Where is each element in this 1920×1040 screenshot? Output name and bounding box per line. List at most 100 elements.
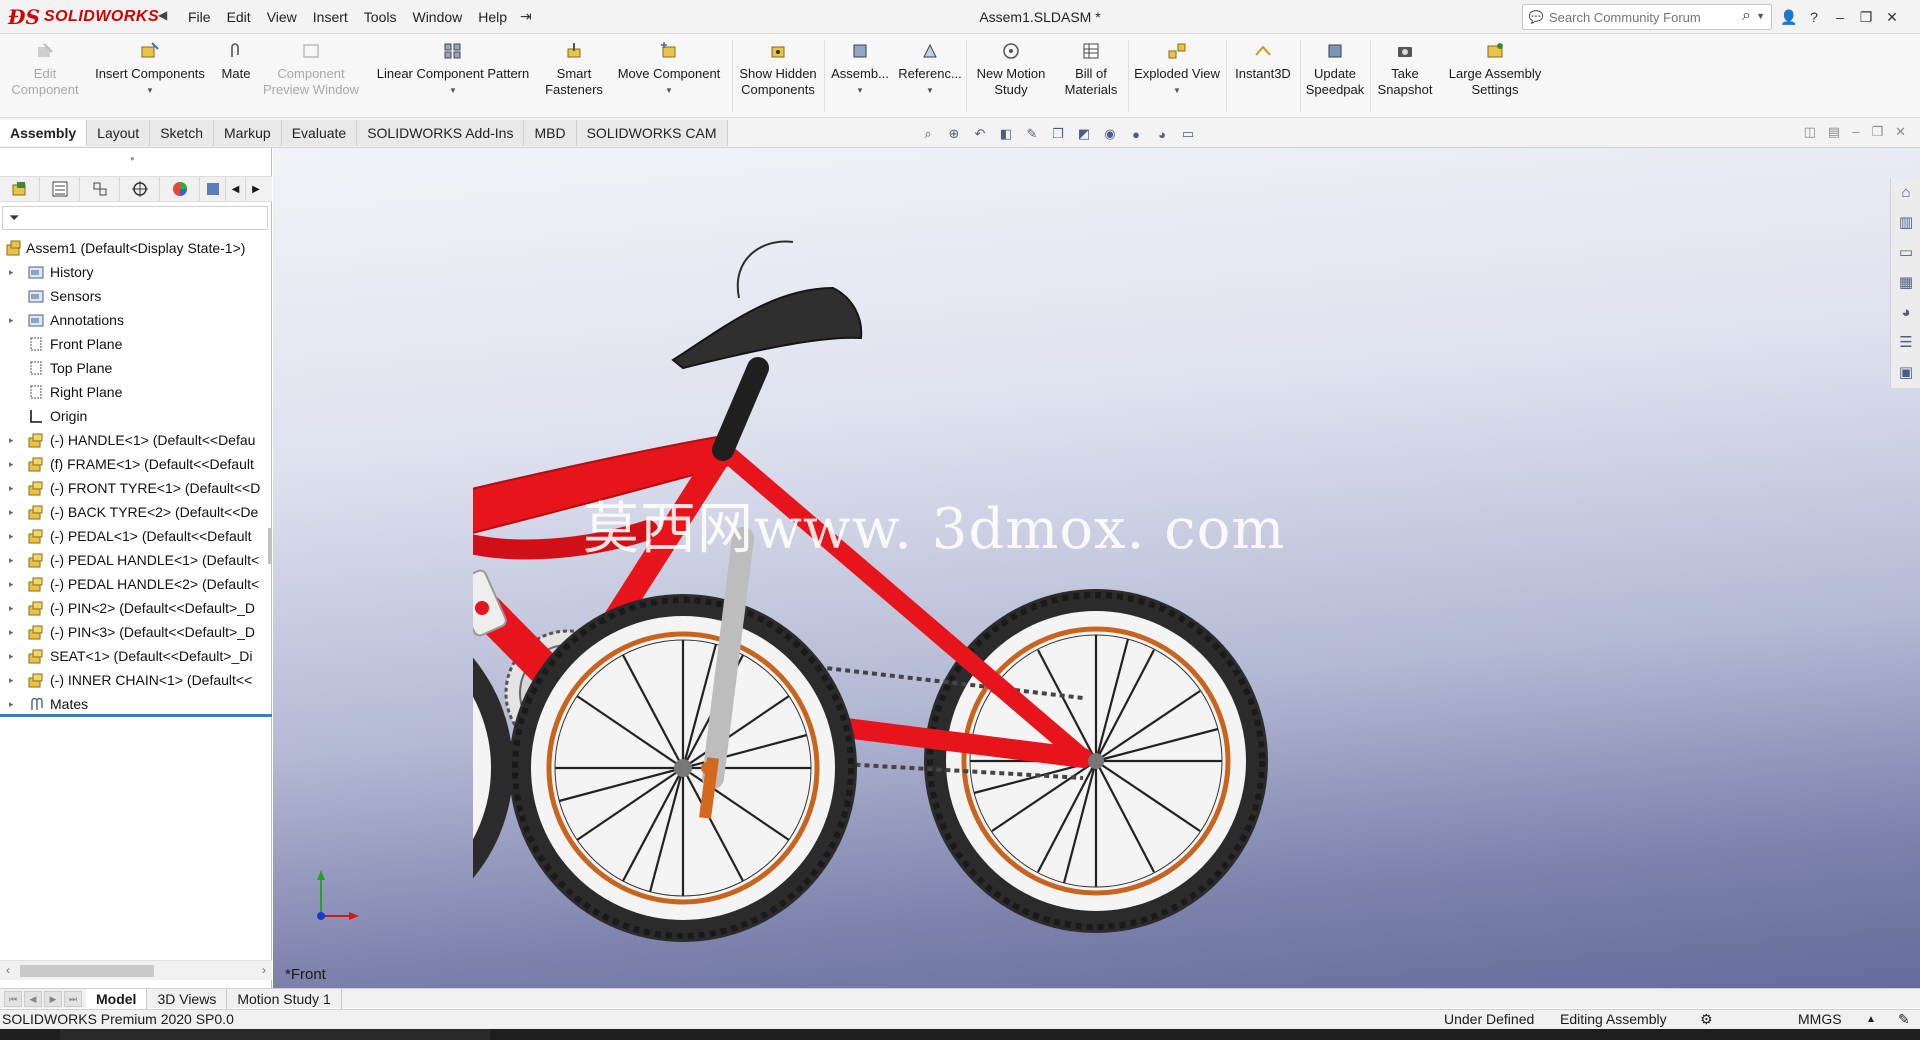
rebuild-icon[interactable]: ⚙ — [1700, 1011, 1713, 1028]
search-box[interactable]: 💬 ⌕ ▼ — [1522, 4, 1772, 30]
expand-arrow-icon[interactable]: ▸ — [9, 452, 14, 476]
tree-node[interactable]: Front Plane — [0, 332, 272, 356]
solidworks-logo[interactable]: ƉS SOLIDWORKS — [8, 2, 159, 32]
display-style-icon[interactable]: ◩ — [1074, 125, 1094, 143]
tree-vertical-scrollbar[interactable] — [268, 528, 272, 564]
smart-fasteners-button[interactable]: Smart Fasteners — [542, 40, 606, 114]
tree-node[interactable]: Right Plane — [0, 380, 272, 404]
cam-tab-icon[interactable] — [200, 177, 226, 201]
tree-node[interactable]: ▸ (-) PEDAL<1> (Default<<Default — [0, 524, 272, 548]
menu-help[interactable]: Help — [470, 9, 515, 25]
take-snapshot-button[interactable]: Take Snapshot — [1372, 40, 1438, 114]
tab-motion-study[interactable]: Motion Study 1 — [227, 989, 342, 1009]
expand-arrow-icon[interactable]: ▸ — [9, 668, 14, 692]
tab-cam[interactable]: SOLIDWORKS CAM — [576, 120, 728, 146]
feature-manager-tab-icon[interactable] — [0, 177, 40, 201]
menu-window[interactable]: Window — [404, 9, 470, 25]
unit-system[interactable]: MMGS — [1798, 1011, 1842, 1027]
appearances-icon[interactable]: ◕ — [1891, 298, 1920, 328]
move-component-button[interactable]: Move Component ▼ — [608, 40, 730, 114]
dynamic-annotation-icon[interactable]: ✎ — [1022, 125, 1042, 143]
tree-node[interactable]: ▸ (-) PEDAL HANDLE<2> (Default< — [0, 572, 272, 596]
large-assembly-settings-button[interactable]: Large Assembly Settings — [1440, 40, 1550, 114]
tree-node[interactable]: Sensors — [0, 284, 272, 308]
minimize-icon[interactable]: – — [1832, 9, 1848, 25]
close-icon[interactable]: ✕ — [1884, 9, 1900, 26]
instant3d-button[interactable]: Instant3D — [1228, 40, 1298, 114]
expand-arrow-icon[interactable]: ▸ — [9, 572, 14, 596]
tooltip-toggle-icon[interactable]: ✎ — [1898, 1011, 1910, 1028]
tree-node[interactable]: ▸ (-) BACK TYRE<2> (Default<<De — [0, 500, 272, 524]
assembly-features-button[interactable]: Assemb... ▼ — [826, 40, 894, 114]
expand-arrow-icon[interactable]: ▸ — [9, 596, 14, 620]
scroll-thumb[interactable] — [20, 965, 154, 977]
search-input[interactable] — [1549, 9, 1729, 25]
tree-root-assembly[interactable]: Assem1 (Default<Display State-1>) — [0, 236, 272, 260]
next-tab-icon[interactable]: ▶ — [44, 991, 62, 1007]
home-icon[interactable]: ⌂ — [1891, 178, 1920, 208]
pin-menu-icon[interactable]: ⇥ — [520, 8, 532, 25]
expand-arrow-icon[interactable]: ▸ — [9, 428, 14, 452]
tree-node[interactable]: ▸ (-) PIN<2> (Default<<Default>_D — [0, 596, 272, 620]
tab-model[interactable]: Model — [86, 989, 148, 1009]
configuration-manager-tab-icon[interactable] — [80, 177, 120, 201]
file-explorer-icon[interactable]: ▭ — [1891, 238, 1920, 268]
chevron-down-icon[interactable]: ▼ — [856, 83, 864, 99]
tree-node[interactable]: ▸ Annotations — [0, 308, 272, 332]
restore-icon[interactable]: ❐ — [1858, 9, 1874, 26]
graphics-area[interactable]: 莫西网www. 3dmox. com *Front ⌂ ▥ ▭ ▦ ◕ ☰ ▣ — [273, 148, 1920, 988]
tab-assembly[interactable]: Assembly — [0, 120, 88, 146]
prev-tab-icon[interactable]: ◀ — [24, 991, 42, 1007]
tab-evaluate[interactable]: Evaluate — [281, 120, 358, 146]
menu-view[interactable]: View — [259, 9, 305, 25]
tab-3d-views[interactable]: 3D Views — [147, 989, 228, 1009]
tab-sketch[interactable]: Sketch — [150, 120, 215, 146]
expand-arrow-icon[interactable]: ▸ — [9, 308, 14, 332]
tab-mbd[interactable]: MBD — [524, 120, 577, 146]
view-orientation-icon[interactable]: ❒ — [1048, 125, 1068, 143]
zoom-to-fit-icon[interactable]: ⌕ — [918, 125, 938, 143]
menu-tools[interactable]: Tools — [356, 9, 405, 25]
expand-arrow-icon[interactable]: ▸ — [9, 644, 14, 668]
custom-properties-icon[interactable]: ☰ — [1891, 328, 1920, 358]
tree-node[interactable]: ▸ (-) FRONT TYRE<1> (Default<<D — [0, 476, 272, 500]
units-chevron-up-icon[interactable]: ▲ — [1866, 1014, 1876, 1025]
last-tab-icon[interactable]: ⏭ — [64, 991, 82, 1007]
tab-layout[interactable]: Layout — [87, 120, 151, 146]
tabs-scroll-left-icon[interactable]: ◀ — [226, 177, 246, 201]
scroll-left-icon[interactable]: ‹ — [6, 963, 10, 977]
previous-view-icon[interactable]: ↶ — [970, 125, 990, 143]
chevron-down-icon[interactable]: ▼ — [146, 83, 154, 99]
exploded-view-button[interactable]: Exploded View ▼ — [1130, 40, 1224, 114]
menu-file[interactable]: File — [180, 9, 219, 25]
tree-node[interactable]: ▸ (-) HANDLE<1> (Default<<Defau — [0, 428, 272, 452]
expand-arrow-icon[interactable]: ▸ — [9, 620, 14, 644]
hide-show-items-icon[interactable]: ◉ — [1100, 125, 1120, 143]
show-hidden-button[interactable]: Show Hidden Components — [734, 40, 822, 114]
tree-node[interactable]: Top Plane — [0, 356, 272, 380]
tabs-scroll-right-icon[interactable]: ▶ — [246, 177, 266, 201]
chevron-down-icon[interactable]: ▼ — [449, 83, 457, 99]
user-icon[interactable]: 👤 — [1780, 9, 1797, 26]
forum-icon[interactable]: ▣ — [1891, 358, 1920, 388]
tree-rollback-bar[interactable] — [0, 714, 272, 717]
linear-pattern-button[interactable]: Linear Component Pattern ▼ — [364, 40, 542, 114]
help-icon[interactable]: ? — [1806, 9, 1822, 25]
display-manager-tab-icon[interactable] — [160, 177, 200, 201]
edit-appearance-icon[interactable]: ● — [1126, 125, 1146, 143]
expand-arrow-icon[interactable]: ▸ — [9, 692, 14, 716]
tree-node[interactable]: ▸ (-) PEDAL HANDLE<1> (Default< — [0, 548, 272, 572]
expand-arrow-icon[interactable]: ▸ — [9, 548, 14, 572]
new-motion-study-button[interactable]: New Motion Study — [968, 40, 1054, 114]
property-manager-tab-icon[interactable] — [40, 177, 80, 201]
tree-node[interactable]: ▸ (-) INNER CHAIN<1> (Default<< — [0, 668, 272, 692]
edit-component-button[interactable]: Edit Component — [6, 40, 84, 114]
split-horizontal-icon[interactable]: ◫ — [1804, 124, 1816, 140]
menu-collapse-icon[interactable]: ◀ — [158, 8, 170, 24]
tree-node[interactable]: ▸ SEAT<1> (Default<<Default>_Di — [0, 644, 272, 668]
view-palette-icon[interactable]: ▦ — [1891, 268, 1920, 298]
search-icon[interactable]: ⌕ — [1742, 7, 1751, 25]
menu-edit[interactable]: Edit — [219, 9, 259, 25]
reference-geometry-button[interactable]: Referenc... ▼ — [896, 40, 964, 114]
insert-components-button[interactable]: Insert Components ▼ — [86, 40, 214, 114]
